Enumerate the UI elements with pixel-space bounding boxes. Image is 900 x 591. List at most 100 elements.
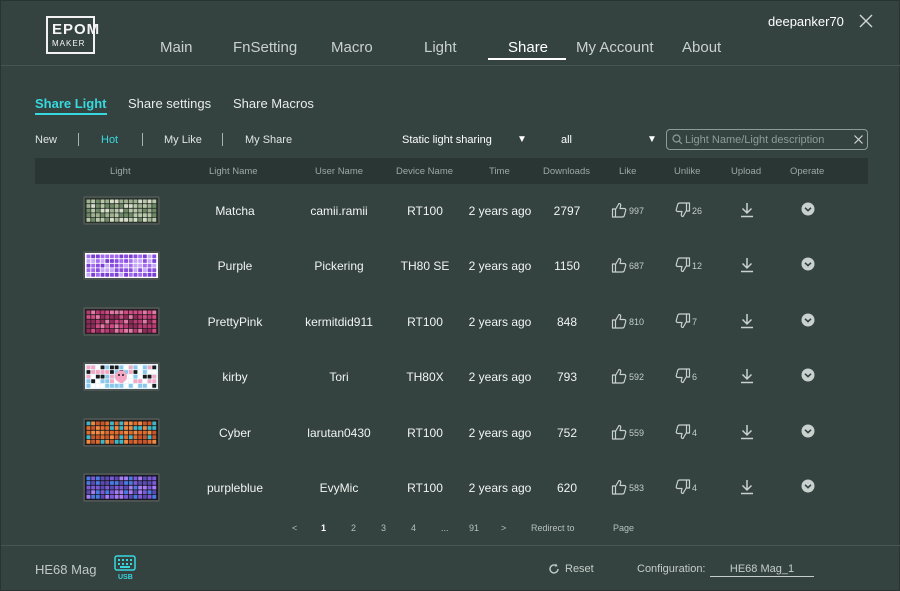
table-row[interactable]: kirby Tori TH80X 2 years ago 793 592 6 (35, 350, 868, 406)
close-icon[interactable] (858, 13, 874, 29)
expand-icon[interactable] (801, 257, 815, 276)
thumbs-down-icon[interactable] (675, 368, 691, 389)
subtab-share-macros[interactable]: Share Macros (233, 96, 314, 111)
user-name: camii.ramii (310, 204, 368, 218)
page-3[interactable]: 3 (381, 523, 386, 533)
col-header-time[interactable]: Time (489, 166, 510, 177)
download-icon[interactable] (740, 202, 754, 223)
footer-divider (1, 545, 900, 546)
nav-fnsetting[interactable]: FnSetting (233, 39, 297, 56)
thumbs-up-icon[interactable] (611, 479, 627, 500)
download-icon[interactable] (740, 479, 754, 500)
device-name-cell: RT100 (407, 204, 443, 218)
light-name: Cyber (218, 425, 251, 440)
unlike-count: 26 (692, 206, 703, 216)
col-header-user-name[interactable]: User Name (315, 166, 363, 177)
page-1[interactable]: 1 (321, 523, 326, 533)
col-header-light-name[interactable]: Light Name (209, 166, 258, 177)
nav-my-account[interactable]: My Account (576, 39, 654, 56)
usb-label: USB (118, 574, 133, 581)
nav-active-underline (488, 58, 566, 60)
device-dropdown[interactable]: all (561, 134, 572, 146)
expand-icon[interactable] (801, 479, 815, 498)
prev-page-button[interactable]: < (292, 523, 297, 533)
filter-hot[interactable]: Hot (101, 134, 118, 146)
next-page-button[interactable]: > (501, 523, 506, 533)
expand-icon[interactable] (801, 368, 815, 387)
nav-main[interactable]: Main (160, 39, 193, 56)
thumbs-up-icon[interactable] (611, 313, 627, 334)
nav-macro[interactable]: Macro (331, 39, 373, 56)
table-row[interactable]: Cyber larutan0430 RT100 2 years ago 752 … (35, 406, 868, 462)
download-icon[interactable] (740, 368, 754, 389)
table-header: Light Light Name User Name Device Name T… (35, 158, 868, 184)
user-name: Tori (329, 370, 349, 385)
reset-button[interactable]: Reset (565, 563, 594, 575)
kirby-icon (83, 362, 160, 392)
search-input[interactable] (685, 132, 847, 147)
col-header-upload[interactable]: Upload (731, 166, 761, 177)
table-row[interactable]: purpleblue EvyMic RT100 2 years ago 620 … (35, 461, 868, 517)
page-91[interactable]: 91 (469, 523, 479, 533)
like-count: 583 (629, 483, 645, 493)
unlike-count: 4 (692, 427, 698, 438)
time-cell: 2 years ago (468, 259, 532, 274)
time-cell: 2 years ago (468, 370, 532, 385)
filter-my-like[interactable]: My Like (164, 134, 202, 146)
username-label[interactable]: deepanker70 (768, 14, 844, 29)
downloads-cell: 620 (556, 481, 578, 495)
downloads-cell: 1150 (554, 259, 580, 274)
downloads-cell: 793 (556, 370, 578, 385)
thumbs-down-icon[interactable] (675, 479, 691, 500)
thumbs-up-icon[interactable] (611, 424, 627, 445)
keyboard-icon[interactable] (114, 555, 136, 571)
filter-separator (78, 133, 79, 146)
configuration-value[interactable]: HE68 Mag_1 (710, 563, 814, 577)
table-row[interactable]: Matcha camii.ramii RT100 2 years ago 279… (35, 184, 868, 240)
purple-icon (83, 251, 160, 281)
expand-icon[interactable] (801, 202, 815, 221)
reset-icon[interactable] (548, 563, 560, 575)
thumbs-up-icon[interactable] (611, 202, 627, 223)
table-row[interactable]: Purple Pickering TH80 SE 2 years ago 115… (35, 239, 868, 295)
col-header-unlike[interactable]: Unlike (674, 166, 700, 177)
col-header-operate[interactable]: Operate (790, 166, 824, 177)
unlike-count: 12 (692, 261, 703, 272)
light-type-dropdown[interactable]: Static light sharing (402, 134, 492, 146)
col-header-like[interactable]: Like (619, 166, 636, 177)
page-2[interactable]: 2 (351, 523, 356, 533)
device-name-cell: RT100 (407, 481, 443, 495)
downloads-cell: 2797 (553, 204, 581, 218)
download-icon[interactable] (740, 424, 754, 445)
like-count: 810 (629, 316, 645, 327)
nav-about[interactable]: About (682, 39, 721, 56)
thumbs-up-icon[interactable] (611, 368, 627, 389)
clear-icon[interactable] (853, 134, 864, 145)
caret-down-icon[interactable]: ▼ (647, 134, 657, 145)
subtab-share-light[interactable]: Share Light (35, 96, 107, 115)
subtab-share-settings[interactable]: Share settings (128, 96, 211, 111)
expand-icon[interactable] (801, 424, 815, 443)
time-cell: 2 years ago (468, 204, 532, 218)
light-name: purpleblue (206, 481, 264, 495)
nav-share[interactable]: Share (508, 39, 548, 56)
col-header-device-name[interactable]: Device Name (396, 166, 453, 177)
col-header-light[interactable]: Light (110, 166, 131, 177)
filter-new[interactable]: New (35, 134, 57, 146)
col-header-downloads[interactable]: Downloads (543, 166, 590, 177)
thumbs-up-icon[interactable] (611, 257, 627, 278)
thumbs-down-icon[interactable] (675, 202, 691, 223)
thumbs-down-icon[interactable] (675, 423, 691, 445)
thumbs-down-icon[interactable] (675, 257, 691, 278)
page-ellipsis: ... (441, 523, 449, 533)
filter-my-share[interactable]: My Share (245, 134, 292, 146)
expand-icon[interactable] (801, 313, 815, 332)
caret-down-icon[interactable]: ▼ (517, 134, 527, 145)
table-row[interactable]: PrettyPink kermitdid911 RT100 2 years ag… (35, 295, 868, 351)
download-icon[interactable] (740, 257, 754, 278)
nav-light[interactable]: Light (424, 39, 457, 56)
page-4[interactable]: 4 (411, 523, 416, 533)
thumbs-down-icon[interactable] (675, 313, 691, 334)
download-icon[interactable] (740, 313, 754, 334)
light-name: Matcha (215, 204, 255, 218)
